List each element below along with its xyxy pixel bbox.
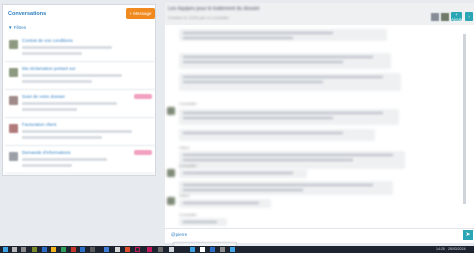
conversation-item[interactable]: Demande d'informations (5, 146, 155, 174)
message-bubble (179, 109, 399, 125)
app-icon[interactable] (125, 247, 130, 252)
start-icon[interactable] (3, 247, 8, 252)
conversation-preview-line (22, 158, 107, 161)
app-icon[interactable] (90, 247, 95, 252)
avatar (167, 197, 175, 205)
avatar (9, 68, 18, 77)
avatar (9, 152, 18, 161)
message-bubble (179, 73, 401, 91)
thread-subtitle: Création le 12/03 par un conseiller (168, 15, 229, 20)
app-icon[interactable] (80, 247, 85, 252)
taskview-icon[interactable] (21, 247, 26, 252)
participant-avatar[interactable] (431, 13, 439, 21)
message-thread: Conseiller Client Conseiller Client Cons… (165, 25, 474, 231)
conversation-item[interactable]: Facturation client (5, 118, 155, 146)
panel-title: Conversations (8, 11, 47, 17)
conversation-item[interactable]: Contrat de vos conditions (5, 34, 155, 62)
app-icon[interactable] (220, 247, 225, 252)
send-icon[interactable]: ➤ (463, 230, 473, 240)
app-icon[interactable] (32, 247, 37, 252)
folder-icon[interactable] (51, 247, 56, 252)
message-sender: Conseiller (179, 212, 197, 217)
conversation-name: Suivi de votre dossier (22, 94, 66, 99)
message: Conseiller (165, 97, 455, 147)
status-tag (134, 94, 152, 99)
search-icon[interactable] (12, 247, 17, 252)
conversation-preview-line (22, 130, 132, 133)
date[interactable]: 25/03/2024 (448, 247, 466, 251)
conversation-preview-line (22, 52, 82, 55)
message-bubble (179, 169, 307, 178)
conversation-preview-line (22, 74, 122, 77)
thread-title: Les équipes pour le traitement du dossie… (168, 6, 260, 12)
avatar (167, 107, 175, 115)
clock[interactable]: 14:25 (436, 247, 445, 251)
app-icon[interactable] (169, 247, 174, 252)
app-icon[interactable] (104, 247, 109, 252)
thread-header: Les équipes pour le traitement du dossie… (165, 3, 474, 25)
conversation-name: Demande d'informations (22, 150, 71, 155)
conversation-preview-line (22, 80, 92, 83)
message-bubble (179, 53, 391, 69)
next-button[interactable]: › (465, 12, 473, 21)
message-bubble (179, 29, 387, 41)
conversation-name: Facturation client (22, 122, 57, 127)
conversation-name: Ma réclamation portant sur (22, 66, 76, 71)
avatar (9, 40, 18, 49)
avatar (167, 169, 175, 177)
message-sender: Conseiller (179, 101, 197, 106)
app-icon[interactable] (42, 247, 47, 252)
thread-scrollbar[interactable] (463, 34, 466, 204)
conversation-preview-line (22, 136, 102, 139)
taskbar: 14:25 25/03/2024 (0, 246, 474, 253)
app-icon[interactable] (135, 247, 140, 252)
conversation-item[interactable]: Suivi de votre dossier (5, 90, 155, 118)
new-message-button[interactable]: + Message (126, 8, 155, 19)
conversation-preview-line (22, 102, 117, 105)
conversation-list: Contrat de vos conditions Ma réclamation… (5, 34, 155, 174)
app-icon[interactable] (115, 247, 120, 252)
conversation-item[interactable]: Ma réclamation portant sur (5, 62, 155, 90)
conversation-preview-line (22, 164, 72, 167)
app-icon[interactable] (158, 247, 163, 252)
message-sender: Client (179, 145, 190, 150)
message-bubble (179, 129, 375, 141)
message: Client Conseiller (165, 193, 455, 229)
app-icon[interactable] (61, 247, 66, 252)
app-icon[interactable] (230, 247, 235, 252)
message-input[interactable]: @pierre (171, 232, 187, 237)
message-sender: Client (179, 193, 190, 198)
avatar (9, 96, 18, 105)
avatar (9, 124, 18, 133)
message-bubble (179, 199, 271, 208)
app-icon[interactable] (200, 247, 205, 252)
message-composer: @pierre ➤ (165, 228, 474, 243)
conversation-name: Contrat de vos conditions (22, 38, 73, 43)
status-tag (134, 150, 152, 155)
app-icon[interactable] (147, 247, 152, 252)
conversations-header: Conversations + Message (3, 5, 155, 23)
app-icon[interactable] (71, 247, 76, 252)
message (165, 27, 455, 97)
message-bubble (179, 218, 227, 226)
conversation-preview-line (22, 46, 112, 49)
app-icon[interactable] (190, 247, 195, 252)
message-sender: Conseiller (179, 163, 197, 168)
filters-toggle[interactable]: ▼ Filtres (8, 25, 26, 30)
add-participant-button[interactable]: + Ajouter (451, 12, 465, 22)
app-icon[interactable] (210, 247, 215, 252)
conversations-panel: Conversations + Message ▼ Filtres Contra… (2, 4, 156, 176)
conversation-preview-line (22, 108, 77, 111)
participant-avatar[interactable] (441, 13, 449, 21)
